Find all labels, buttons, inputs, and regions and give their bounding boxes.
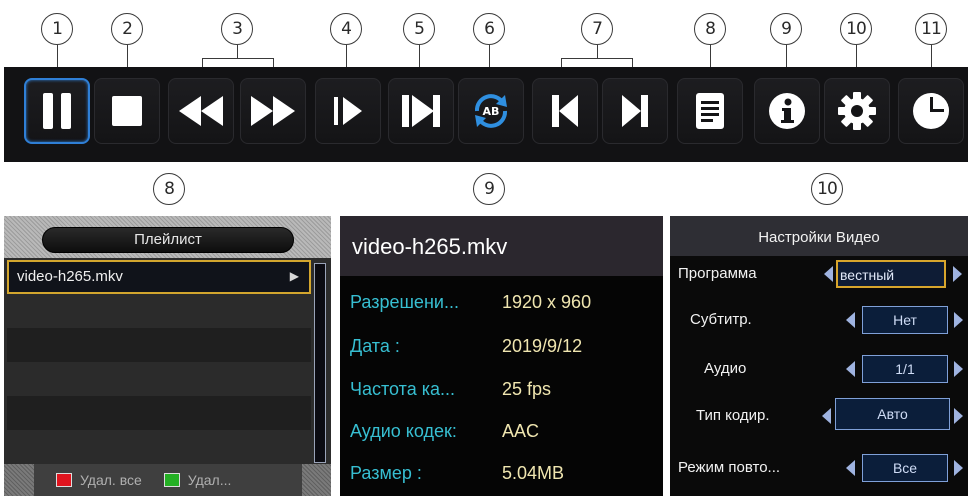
callout-8: 8 [694, 13, 726, 45]
fast-forward-button[interactable] [240, 78, 306, 144]
playlist-header: Плейлист [4, 216, 331, 258]
playlist-empty-row [7, 430, 311, 464]
delete-all-button[interactable]: Удал. все [80, 472, 142, 488]
setting-row-subtitle: Субтитр. Нет [670, 300, 968, 340]
clock-icon [913, 93, 949, 129]
callout-6: 6 [473, 13, 505, 45]
rewind-button[interactable] [168, 78, 234, 144]
skip-next-icon [622, 95, 648, 127]
setting-label: Аудио [704, 360, 747, 377]
next-frame-button[interactable] [388, 78, 454, 144]
info-icon [769, 93, 805, 129]
setting-row-audio: Аудио 1/1 [670, 349, 968, 389]
playlist-icon [696, 93, 724, 129]
arrow-left-icon[interactable] [846, 361, 855, 377]
setting-label: Программа [678, 265, 757, 282]
setting-value-repeat[interactable]: Все [862, 454, 948, 482]
time-button[interactable] [898, 78, 964, 144]
playlist-list: video-h265.mkv ▶ [7, 260, 311, 464]
repeat-ab-icon: AB [475, 94, 507, 128]
playlist-panel: Плейлист video-h265.mkv ▶ Удал. все Удал… [4, 216, 331, 496]
next-frame-icon [402, 95, 440, 127]
setting-row-repeat: Режим повто... Все [670, 448, 968, 488]
playlist-scrollbar[interactable] [314, 263, 326, 463]
setting-value-encoding[interactable]: Авто [835, 398, 950, 430]
info-label: Размер : [350, 463, 422, 483]
arrow-right-icon[interactable] [954, 460, 963, 476]
playlist-empty-row [7, 328, 311, 362]
settings-title: Настройки Видео [670, 216, 968, 256]
setting-label: Субтитр. [690, 311, 752, 328]
delete-button[interactable]: Удал... [188, 472, 232, 488]
stop-button[interactable] [94, 78, 160, 144]
setting-label: Режим повто... [678, 459, 781, 476]
arrow-left-icon[interactable] [846, 312, 855, 328]
playlist-item[interactable]: video-h265.mkv ▶ [7, 260, 311, 294]
callout-3: 3 [221, 13, 253, 45]
info-value: 5.04MB [502, 463, 565, 483]
callout-11: 11 [915, 13, 947, 45]
info-filename: video-h265.mkv [340, 216, 663, 276]
arrow-left-icon[interactable] [846, 460, 855, 476]
arrow-right-icon[interactable] [953, 266, 962, 282]
playlist-item-label: video-h265.mkv [17, 268, 123, 285]
next-button[interactable] [602, 78, 668, 144]
playlist-empty-row [7, 396, 311, 430]
step-forward-button[interactable] [315, 78, 381, 144]
play-arrow-icon: ▶ [289, 269, 299, 283]
rewind-icon [179, 96, 223, 126]
player-toolbar: AB [4, 67, 968, 162]
settings-button[interactable] [824, 78, 890, 144]
info-panel: video-h265.mkv Разрешени... 1920 x 960 Д… [340, 216, 663, 496]
info-value: 2019/9/12 [502, 336, 583, 356]
repeat-ab-button[interactable]: AB [458, 78, 524, 144]
callout-panel-9: 9 [473, 173, 505, 205]
callout-panel-8: 8 [153, 173, 185, 205]
arrow-left-icon[interactable] [822, 408, 831, 424]
skip-previous-icon [552, 95, 578, 127]
playlist-title: Плейлист [42, 227, 294, 253]
setting-value-audio[interactable]: 1/1 [862, 355, 948, 383]
callout-2: 2 [111, 13, 143, 45]
arrow-right-icon[interactable] [954, 312, 963, 328]
callout-9: 9 [770, 13, 802, 45]
previous-button[interactable] [532, 78, 598, 144]
setting-value-subtitle[interactable]: Нет [862, 306, 948, 334]
repeat-ab-label: AB [483, 105, 500, 118]
fast-forward-icon [251, 96, 295, 126]
video-settings-panel: Настройки Видео Программа вестный Субтит… [670, 216, 968, 496]
setting-row-program: Программа вестный [670, 254, 968, 294]
info-label: Дата : [350, 336, 400, 356]
arrow-left-icon[interactable] [824, 266, 833, 282]
info-value: AAC [502, 421, 540, 441]
info-label: Частота ка... [350, 379, 456, 399]
step-forward-icon [334, 97, 362, 125]
callout-4: 4 [330, 13, 362, 45]
playlist-button[interactable] [677, 78, 743, 144]
stop-icon [112, 96, 142, 126]
info-button[interactable] [754, 78, 820, 144]
playlist-footer: Удал. все Удал... [4, 464, 331, 496]
callout-panel-10: 10 [811, 173, 843, 205]
pause-icon [43, 93, 71, 129]
callout-1: 1 [41, 13, 73, 45]
arrow-right-icon[interactable] [954, 408, 963, 424]
info-label: Разрешени... [350, 292, 459, 312]
setting-label: Тип кодир. [696, 407, 770, 424]
playlist-empty-row [7, 362, 311, 396]
setting-row-encoding: Тип кодир. Авто [670, 396, 968, 436]
gear-icon [838, 92, 876, 130]
info-value: 1920 x 960 [502, 292, 592, 312]
info-value: 25 fps [502, 379, 552, 399]
pause-button[interactable] [24, 78, 90, 144]
callout-5: 5 [403, 13, 435, 45]
playlist-empty-row [7, 294, 311, 328]
info-label: Аудио кодек: [350, 421, 457, 441]
red-key-icon [56, 473, 72, 487]
arrow-right-icon[interactable] [954, 361, 963, 377]
callout-7: 7 [581, 13, 613, 45]
green-key-icon [163, 473, 180, 487]
setting-value-program[interactable]: вестный [836, 260, 946, 288]
callout-10: 10 [840, 13, 872, 45]
